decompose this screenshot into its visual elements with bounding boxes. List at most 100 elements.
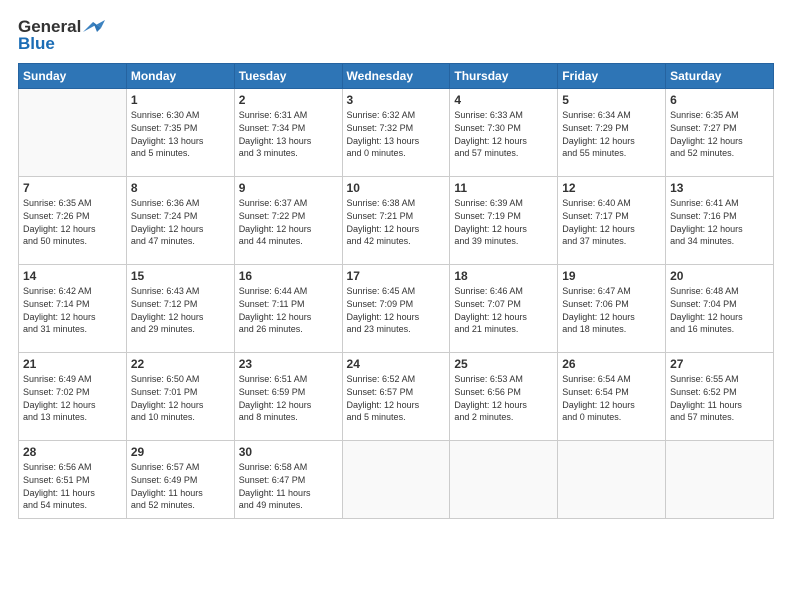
day-cell: 19 Sunrise: 6:47 AM Sunset: 7:06 PM Dayli… xyxy=(558,265,666,353)
day-cell: 4 Sunrise: 6:33 AM Sunset: 7:30 PM Daylig… xyxy=(450,89,558,177)
day-number: 14 xyxy=(23,269,122,283)
logo: General Blue xyxy=(18,18,105,53)
day-info: Sunrise: 6:41 AM Sunset: 7:16 PM Dayligh… xyxy=(670,197,769,247)
day-cell: 30 Sunrise: 6:58 AM Sunset: 6:47 PM Dayli… xyxy=(234,441,342,519)
day-cell xyxy=(450,441,558,519)
day-info: Sunrise: 6:30 AM Sunset: 7:35 PM Dayligh… xyxy=(131,109,230,159)
day-number: 8 xyxy=(131,181,230,195)
day-number: 10 xyxy=(347,181,446,195)
day-cell: 8 Sunrise: 6:36 AM Sunset: 7:24 PM Daylig… xyxy=(126,177,234,265)
day-cell: 9 Sunrise: 6:37 AM Sunset: 7:22 PM Daylig… xyxy=(234,177,342,265)
day-cell: 2Sunrise: 6:31 AM Sunset: 7:34 PM Daylig… xyxy=(234,89,342,177)
day-cell xyxy=(19,89,127,177)
day-info: Sunrise: 6:42 AM Sunset: 7:14 PM Dayligh… xyxy=(23,285,122,335)
day-number: 6 xyxy=(670,93,769,107)
col-header-thursday: Thursday xyxy=(450,64,558,89)
day-number: 12 xyxy=(562,181,661,195)
week-row-5: 28Sunrise: 6:56 AM Sunset: 6:51 PM Dayli… xyxy=(19,441,774,519)
day-number: 15 xyxy=(131,269,230,283)
day-number: 29 xyxy=(131,445,230,459)
col-header-tuesday: Tuesday xyxy=(234,64,342,89)
day-info: Sunrise: 6:52 AM Sunset: 6:57 PM Dayligh… xyxy=(347,373,446,423)
day-cell: 23 Sunrise: 6:51 AM Sunset: 6:59 PM Dayli… xyxy=(234,353,342,441)
day-info: Sunrise: 6:47 AM Sunset: 7:06 PM Dayligh… xyxy=(562,285,661,335)
day-cell: 20Sunrise: 6:48 AM Sunset: 7:04 PM Dayli… xyxy=(666,265,774,353)
day-cell: 18 Sunrise: 6:46 AM Sunset: 7:07 PM Dayli… xyxy=(450,265,558,353)
day-info: Sunrise: 6:54 AM Sunset: 6:54 PM Dayligh… xyxy=(562,373,661,423)
day-number: 11 xyxy=(454,181,553,195)
col-header-sunday: Sunday xyxy=(19,64,127,89)
day-info: Sunrise: 6:51 AM Sunset: 6:59 PM Dayligh… xyxy=(239,373,338,423)
day-cell: 26 Sunrise: 6:54 AM Sunset: 6:54 PM Dayli… xyxy=(558,353,666,441)
day-cell xyxy=(666,441,774,519)
day-number: 27 xyxy=(670,357,769,371)
day-number: 30 xyxy=(239,445,338,459)
day-number: 17 xyxy=(347,269,446,283)
day-number: 1 xyxy=(131,93,230,107)
week-row-3: 14 Sunrise: 6:42 AM Sunset: 7:14 PM Dayli… xyxy=(19,265,774,353)
day-number: 3 xyxy=(347,93,446,107)
day-number: 24 xyxy=(347,357,446,371)
day-cell: 22 Sunrise: 6:50 AM Sunset: 7:01 PM Dayli… xyxy=(126,353,234,441)
week-row-1: 1 Sunrise: 6:30 AM Sunset: 7:35 PM Daylig… xyxy=(19,89,774,177)
col-header-saturday: Saturday xyxy=(666,64,774,89)
day-info: Sunrise: 6:39 AM Sunset: 7:19 PM Dayligh… xyxy=(454,197,553,247)
day-number: 21 xyxy=(23,357,122,371)
day-number: 23 xyxy=(239,357,338,371)
day-cell: 21 Sunrise: 6:49 AM Sunset: 7:02 PM Dayli… xyxy=(19,353,127,441)
day-number: 16 xyxy=(239,269,338,283)
day-info: Sunrise: 6:44 AM Sunset: 7:11 PM Dayligh… xyxy=(239,285,338,335)
day-info: Sunrise: 6:37 AM Sunset: 7:22 PM Dayligh… xyxy=(239,197,338,247)
day-info: Sunrise: 6:49 AM Sunset: 7:02 PM Dayligh… xyxy=(23,373,122,423)
week-row-4: 21 Sunrise: 6:49 AM Sunset: 7:02 PM Dayli… xyxy=(19,353,774,441)
day-cell: 1 Sunrise: 6:30 AM Sunset: 7:35 PM Daylig… xyxy=(126,89,234,177)
col-header-monday: Monday xyxy=(126,64,234,89)
day-number: 19 xyxy=(562,269,661,283)
day-number: 7 xyxy=(23,181,122,195)
day-cell xyxy=(558,441,666,519)
day-number: 25 xyxy=(454,357,553,371)
day-number: 9 xyxy=(239,181,338,195)
day-number: 4 xyxy=(454,93,553,107)
day-cell: 12Sunrise: 6:40 AM Sunset: 7:17 PM Dayli… xyxy=(558,177,666,265)
day-number: 26 xyxy=(562,357,661,371)
day-info: Sunrise: 6:48 AM Sunset: 7:04 PM Dayligh… xyxy=(670,285,769,335)
day-info: Sunrise: 6:36 AM Sunset: 7:24 PM Dayligh… xyxy=(131,197,230,247)
day-info: Sunrise: 6:46 AM Sunset: 7:07 PM Dayligh… xyxy=(454,285,553,335)
day-info: Sunrise: 6:35 AM Sunset: 7:27 PM Dayligh… xyxy=(670,109,769,159)
day-number: 13 xyxy=(670,181,769,195)
day-cell: 25Sunrise: 6:53 AM Sunset: 6:56 PM Dayli… xyxy=(450,353,558,441)
day-cell: 3 Sunrise: 6:32 AM Sunset: 7:32 PM Daylig… xyxy=(342,89,450,177)
day-info: Sunrise: 6:58 AM Sunset: 6:47 PM Dayligh… xyxy=(239,461,338,511)
day-number: 28 xyxy=(23,445,122,459)
week-row-2: 7 Sunrise: 6:35 AM Sunset: 7:26 PM Daylig… xyxy=(19,177,774,265)
day-info: Sunrise: 6:34 AM Sunset: 7:29 PM Dayligh… xyxy=(562,109,661,159)
day-cell: 16 Sunrise: 6:44 AM Sunset: 7:11 PM Dayli… xyxy=(234,265,342,353)
day-number: 5 xyxy=(562,93,661,107)
day-cell: 10 Sunrise: 6:38 AM Sunset: 7:21 PM Dayli… xyxy=(342,177,450,265)
day-cell: 28Sunrise: 6:56 AM Sunset: 6:51 PM Dayli… xyxy=(19,441,127,519)
page: General Blue SundayMondayTuesdayWednesda… xyxy=(0,0,792,612)
col-header-wednesday: Wednesday xyxy=(342,64,450,89)
day-info: Sunrise: 6:33 AM Sunset: 7:30 PM Dayligh… xyxy=(454,109,553,159)
day-cell: 15 Sunrise: 6:43 AM Sunset: 7:12 PM Dayli… xyxy=(126,265,234,353)
day-cell: 27 Sunrise: 6:55 AM Sunset: 6:52 PM Dayli… xyxy=(666,353,774,441)
day-number: 18 xyxy=(454,269,553,283)
col-header-friday: Friday xyxy=(558,64,666,89)
day-info: Sunrise: 6:38 AM Sunset: 7:21 PM Dayligh… xyxy=(347,197,446,247)
day-cell: 13 Sunrise: 6:41 AM Sunset: 7:16 PM Dayli… xyxy=(666,177,774,265)
calendar-table: SundayMondayTuesdayWednesdayThursdayFrid… xyxy=(18,63,774,519)
day-cell: 17Sunrise: 6:45 AM Sunset: 7:09 PM Dayli… xyxy=(342,265,450,353)
day-number: 2 xyxy=(239,93,338,107)
header: General Blue xyxy=(18,18,774,53)
day-cell: 11 Sunrise: 6:39 AM Sunset: 7:19 PM Dayli… xyxy=(450,177,558,265)
day-info: Sunrise: 6:50 AM Sunset: 7:01 PM Dayligh… xyxy=(131,373,230,423)
day-info: Sunrise: 6:43 AM Sunset: 7:12 PM Dayligh… xyxy=(131,285,230,335)
day-number: 22 xyxy=(131,357,230,371)
day-info: Sunrise: 6:32 AM Sunset: 7:32 PM Dayligh… xyxy=(347,109,446,159)
header-row: SundayMondayTuesdayWednesdayThursdayFrid… xyxy=(19,64,774,89)
logo-blue: Blue xyxy=(18,35,105,54)
day-info: Sunrise: 6:55 AM Sunset: 6:52 PM Dayligh… xyxy=(670,373,769,423)
day-info: Sunrise: 6:57 AM Sunset: 6:49 PM Dayligh… xyxy=(131,461,230,511)
day-info: Sunrise: 6:35 AM Sunset: 7:26 PM Dayligh… xyxy=(23,197,122,247)
